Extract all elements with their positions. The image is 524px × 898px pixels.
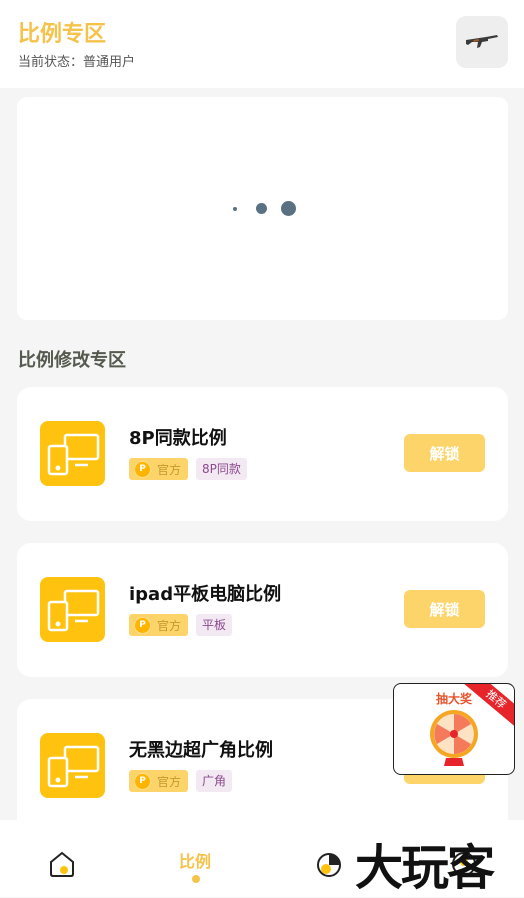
home-icon	[50, 851, 74, 877]
card-title: 无黑边超广角比例	[129, 740, 273, 761]
watermark-logo: 大玩客	[355, 840, 495, 896]
rifle-button[interactable]	[456, 16, 508, 68]
tab-home[interactable]	[48, 850, 76, 878]
ratio-card: ipad平板电脑比例 P 官方 平板 解锁	[17, 543, 508, 677]
prize-wheel-icon	[430, 710, 478, 766]
coin-icon: P	[134, 772, 151, 790]
category-tag: 广角	[196, 770, 233, 792]
user-status: 当前状态：普通用户	[18, 55, 136, 70]
card-title: ipad平板电脑比例	[129, 584, 282, 605]
devices-icon	[40, 421, 105, 486]
official-tag: P 官方	[129, 770, 188, 792]
tab-ratio[interactable]: 比例	[160, 820, 240, 897]
tab-stats[interactable]	[316, 850, 344, 878]
loading-dot	[233, 207, 237, 211]
loading-dot	[256, 203, 267, 214]
category-tag: 8P同款	[196, 458, 247, 480]
coin-icon: P	[134, 616, 151, 634]
devices-icon	[40, 577, 105, 642]
official-tag: P 官方	[129, 458, 188, 480]
coin-icon: P	[134, 460, 151, 478]
unlock-button[interactable]: 解锁	[404, 434, 485, 472]
card-title: 8P同款比例	[129, 428, 227, 449]
official-tag: P 官方	[129, 614, 188, 636]
tab-ratio-label: 比例	[179, 852, 212, 871]
page-title: 比例专区	[18, 22, 107, 47]
lottery-title: 抽大奖	[435, 692, 472, 706]
unlock-button[interactable]: 解锁	[404, 590, 485, 628]
lottery-float-button[interactable]: 推荐 抽大奖	[393, 683, 515, 775]
rifle-icon	[466, 35, 498, 48]
active-indicator	[192, 875, 200, 883]
header: 比例专区 当前状态：普通用户	[0, 0, 524, 88]
loading-dot	[281, 201, 296, 216]
devices-icon	[40, 733, 105, 798]
category-tag: 平板	[196, 614, 233, 636]
ratio-card: 8P同款比例 P 官方 8P同款 解锁	[17, 387, 508, 521]
section-title: 比例修改专区	[18, 350, 126, 371]
pie-chart-icon	[317, 853, 341, 877]
banner-loading	[17, 97, 508, 320]
